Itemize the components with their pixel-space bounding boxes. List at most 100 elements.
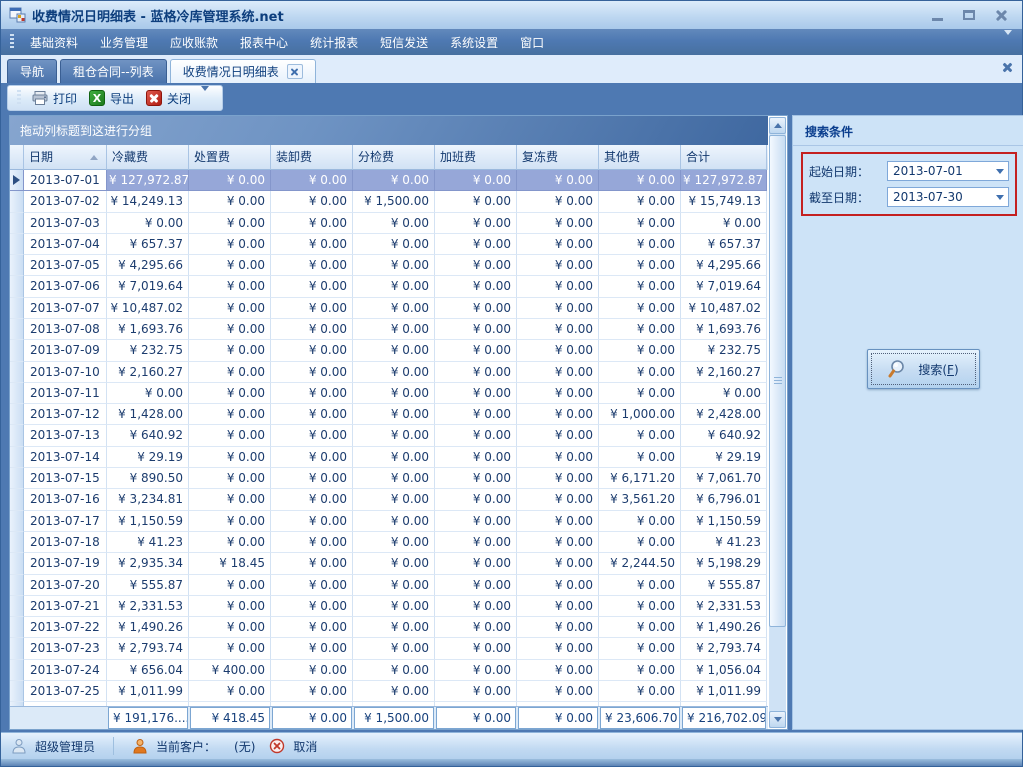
table-row[interactable]: 2013-07-16¥ 3,234.81¥ 0.00¥ 0.00¥ 0.00¥ … bbox=[10, 489, 768, 510]
table-row[interactable]: 2013-07-05¥ 4,295.66¥ 0.00¥ 0.00¥ 0.00¥ … bbox=[10, 255, 768, 276]
amount-cell: ¥ 0.00 bbox=[517, 340, 599, 361]
table-row[interactable]: 2013-07-03¥ 0.00¥ 0.00¥ 0.00¥ 0.00¥ 0.00… bbox=[10, 213, 768, 234]
amount-cell: ¥ 0.00 bbox=[435, 404, 517, 425]
column-header-5[interactable]: 分检费 bbox=[353, 145, 435, 170]
selected-row-arrow-icon bbox=[13, 175, 20, 185]
column-header-6[interactable]: 加班费 bbox=[435, 145, 517, 170]
date-cell: 2013-07-21 bbox=[24, 596, 107, 617]
toolbar-overflow-arrow-icon[interactable] bbox=[201, 91, 209, 105]
table-row[interactable]: 2013-07-21¥ 2,331.53¥ 0.00¥ 0.00¥ 0.00¥ … bbox=[10, 596, 768, 617]
printer-icon bbox=[32, 90, 48, 106]
amount-cell: ¥ 0.00 bbox=[353, 553, 435, 574]
amount-cell: ¥ 0.00 bbox=[189, 511, 271, 532]
amount-cell: ¥ 0.00 bbox=[517, 532, 599, 553]
user-icon bbox=[11, 738, 27, 754]
table-row[interactable]: 2013-07-22¥ 1,490.26¥ 0.00¥ 0.00¥ 0.00¥ … bbox=[10, 617, 768, 638]
table-row[interactable]: 2013-07-13¥ 640.92¥ 0.00¥ 0.00¥ 0.00¥ 0.… bbox=[10, 425, 768, 446]
table-row[interactable]: 2013-07-23¥ 2,793.74¥ 0.00¥ 0.00¥ 0.00¥ … bbox=[10, 638, 768, 659]
end-date-combobox[interactable]: 2013-07-30 bbox=[887, 187, 1009, 207]
chevron-down-icon[interactable] bbox=[992, 169, 1008, 174]
amount-cell: ¥ 0.00 bbox=[353, 447, 435, 468]
table-row[interactable]: 2013-07-06¥ 7,019.64¥ 0.00¥ 0.00¥ 0.00¥ … bbox=[10, 276, 768, 297]
table-row[interactable]: 2013-07-14¥ 29.19¥ 0.00¥ 0.00¥ 0.00¥ 0.0… bbox=[10, 447, 768, 468]
row-indicator bbox=[10, 234, 24, 255]
amount-cell: ¥ 41.23 bbox=[107, 532, 189, 553]
export-button[interactable]: X 导出 bbox=[83, 88, 140, 109]
menu-item-7[interactable]: 系统设置 bbox=[439, 30, 509, 55]
table-row[interactable]: 2013-07-07¥ 10,487.02¥ 0.00¥ 0.00¥ 0.00¥… bbox=[10, 298, 768, 319]
tab-3[interactable]: 收费情况日明细表 bbox=[170, 59, 316, 83]
table-row[interactable]: 2013-07-19¥ 2,935.34¥ 18.45¥ 0.00¥ 0.00¥… bbox=[10, 553, 768, 574]
date-cell: 2013-07-16 bbox=[24, 489, 107, 510]
column-header-3[interactable]: 处置费 bbox=[189, 145, 271, 170]
amount-cell: ¥ 640.92 bbox=[681, 425, 767, 446]
table-row[interactable]: 2013-07-11¥ 0.00¥ 0.00¥ 0.00¥ 0.00¥ 0.00… bbox=[10, 383, 768, 404]
column-header-2[interactable]: 冷藏费 bbox=[107, 145, 189, 170]
column-header-1[interactable]: 日期 bbox=[24, 145, 107, 170]
search-button[interactable]: 搜索(F) bbox=[867, 349, 980, 389]
amount-cell: ¥ 0.00 bbox=[353, 276, 435, 297]
table-row[interactable]: 2013-07-12¥ 1,428.00¥ 0.00¥ 0.00¥ 0.00¥ … bbox=[10, 404, 768, 425]
table-row[interactable]: 2013-07-10¥ 2,160.27¥ 0.00¥ 0.00¥ 0.00¥ … bbox=[10, 362, 768, 383]
menu-bar: 基础资料业务管理应收账款报表中心统计报表短信发送系统设置窗口 bbox=[1, 29, 1022, 55]
amount-cell: ¥ 0.00 bbox=[599, 575, 681, 596]
print-button[interactable]: 打印 bbox=[26, 88, 83, 109]
menu-item-1[interactable]: 基础资料 bbox=[19, 30, 89, 55]
table-row[interactable]: 2013-07-24¥ 656.04¥ 400.00¥ 0.00¥ 0.00¥ … bbox=[10, 660, 768, 681]
table-row[interactable]: 2013-07-20¥ 555.87¥ 0.00¥ 0.00¥ 0.00¥ 0.… bbox=[10, 575, 768, 596]
menu-overflow-arrow-icon[interactable] bbox=[1004, 35, 1012, 49]
vertical-scrollbar[interactable] bbox=[769, 117, 786, 728]
column-header-4[interactable]: 装卸费 bbox=[271, 145, 353, 170]
tab-close-icon[interactable] bbox=[287, 64, 303, 79]
menu-item-2[interactable]: 业务管理 bbox=[89, 30, 159, 55]
table-row[interactable]: 2013-07-08¥ 1,693.76¥ 0.00¥ 0.00¥ 0.00¥ … bbox=[10, 319, 768, 340]
menu-item-8[interactable]: 窗口 bbox=[509, 30, 555, 55]
column-header-9[interactable]: 合计 bbox=[681, 145, 767, 170]
amount-cell: ¥ 0.00 bbox=[189, 532, 271, 553]
column-header-8[interactable]: 其他费 bbox=[599, 145, 681, 170]
row-indicator bbox=[10, 489, 24, 510]
magnifier-icon bbox=[888, 358, 910, 380]
maximize-button[interactable] bbox=[960, 6, 978, 24]
amount-cell: ¥ 0.00 bbox=[353, 404, 435, 425]
minimize-button[interactable] bbox=[928, 6, 946, 24]
grid-group-panel[interactable]: 拖动列标题到这进行分组 bbox=[10, 116, 768, 145]
menu-item-4[interactable]: 报表中心 bbox=[229, 30, 299, 55]
scrollbar-thumb[interactable] bbox=[769, 135, 786, 627]
amount-cell: ¥ 0.00 bbox=[517, 489, 599, 510]
date-cell: 2013-07-03 bbox=[24, 213, 107, 234]
table-row[interactable]: 2013-07-04¥ 657.37¥ 0.00¥ 0.00¥ 0.00¥ 0.… bbox=[10, 234, 768, 255]
table-row[interactable]: 2013-07-01¥ 127,972.87¥ 0.00¥ 0.00¥ 0.00… bbox=[10, 170, 768, 191]
tabstrip-close-icon[interactable] bbox=[1003, 61, 1012, 75]
start-date-combobox[interactable]: 2013-07-01 bbox=[887, 161, 1009, 181]
menu-item-3[interactable]: 应收账款 bbox=[159, 30, 229, 55]
close-report-button[interactable]: 关闭 bbox=[140, 88, 197, 109]
date-cell: 2013-07-19 bbox=[24, 553, 107, 574]
scroll-down-icon[interactable] bbox=[769, 711, 786, 728]
amount-cell: ¥ 0.00 bbox=[517, 447, 599, 468]
amount-cell: ¥ 0.00 bbox=[517, 255, 599, 276]
table-row[interactable]: 2013-07-15¥ 890.50¥ 0.00¥ 0.00¥ 0.00¥ 0.… bbox=[10, 468, 768, 489]
amount-cell: ¥ 0.00 bbox=[271, 489, 353, 510]
cancel-icon[interactable] bbox=[269, 738, 285, 754]
date-cell: 2013-07-25 bbox=[24, 681, 107, 702]
cancel-label[interactable]: 取消 bbox=[293, 738, 317, 755]
amount-cell: ¥ 0.00 bbox=[517, 362, 599, 383]
table-row[interactable]: 2013-07-25¥ 1,011.99¥ 0.00¥ 0.00¥ 0.00¥ … bbox=[10, 681, 768, 702]
amount-cell: ¥ 0.00 bbox=[271, 213, 353, 234]
menu-item-6[interactable]: 短信发送 bbox=[369, 30, 439, 55]
table-row[interactable]: 2013-07-02¥ 14,249.13¥ 0.00¥ 0.00¥ 1,500… bbox=[10, 191, 768, 212]
tab-1[interactable]: 导航 bbox=[7, 59, 57, 83]
column-header-7[interactable]: 复冻费 bbox=[517, 145, 599, 170]
scroll-up-icon[interactable] bbox=[769, 117, 786, 134]
menu-item-5[interactable]: 统计报表 bbox=[299, 30, 369, 55]
amount-cell: ¥ 0.00 bbox=[189, 617, 271, 638]
chevron-down-icon[interactable] bbox=[992, 195, 1008, 200]
amount-cell: ¥ 0.00 bbox=[189, 638, 271, 659]
end-date-label: 截至日期： bbox=[809, 189, 887, 206]
table-row[interactable]: 2013-07-18¥ 41.23¥ 0.00¥ 0.00¥ 0.00¥ 0.0… bbox=[10, 532, 768, 553]
table-row[interactable]: 2013-07-17¥ 1,150.59¥ 0.00¥ 0.00¥ 0.00¥ … bbox=[10, 511, 768, 532]
table-row[interactable]: 2013-07-09¥ 232.75¥ 0.00¥ 0.00¥ 0.00¥ 0.… bbox=[10, 340, 768, 361]
close-button[interactable] bbox=[992, 6, 1010, 24]
tab-2[interactable]: 租仓合同--列表 bbox=[60, 59, 167, 83]
